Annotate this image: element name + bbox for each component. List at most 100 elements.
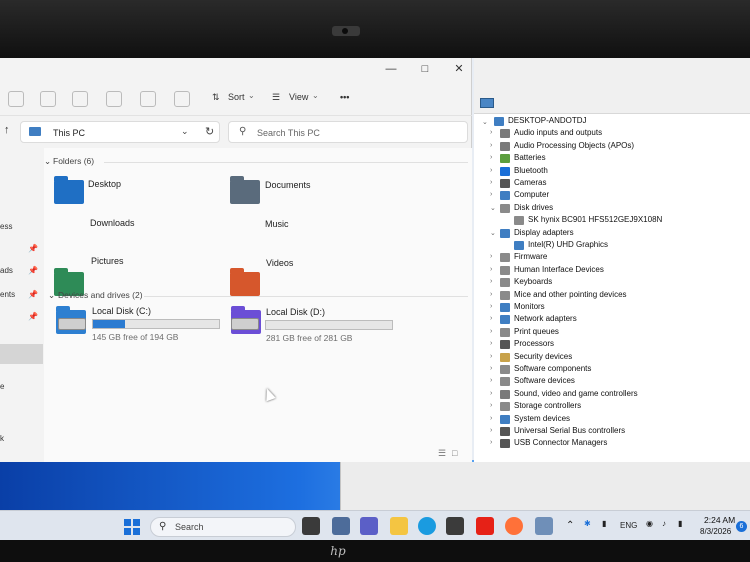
chevron-down-icon[interactable]: ⌄ (490, 229, 496, 237)
details-view-icon[interactable]: ☰ (438, 448, 446, 459)
maximize-button[interactable]: □ (418, 62, 432, 76)
search-field[interactable]: ⚲ Search This PC (228, 121, 468, 143)
chevron-down-icon[interactable]: ⌄ (490, 204, 496, 212)
laptop-bezel-top (0, 0, 750, 58)
task-view-icon[interactable] (302, 517, 320, 535)
chevron-down-icon[interactable]: ⌄ (181, 126, 189, 137)
chevron-right-icon[interactable]: › (490, 154, 492, 161)
command-bar: ⇅ Sort ⌄ ☰ View ⌄ ••• (0, 82, 472, 116)
chevron-right-icon[interactable]: › (490, 303, 492, 310)
teams-icon[interactable] (360, 517, 378, 535)
chevron-right-icon[interactable]: › (490, 390, 492, 397)
nav-item-fragment[interactable]: ents (0, 290, 15, 299)
refresh-icon[interactable]: ↻ (205, 125, 214, 138)
close-button[interactable]: ✕ (452, 62, 466, 76)
windows-logo-icon (133, 528, 140, 535)
chevron-right-icon[interactable]: › (490, 415, 492, 422)
device-category-icon (500, 353, 510, 362)
volume-icon[interactable]: ♪ (662, 519, 666, 528)
chevron-right-icon[interactable]: › (490, 142, 492, 149)
devices-header[interactable]: Devices and drives (2) (58, 290, 143, 300)
chevron-right-icon[interactable]: › (490, 353, 492, 360)
start-button[interactable] (124, 519, 140, 535)
nav-item-fragment[interactable]: ess (0, 222, 12, 231)
chevron-right-icon[interactable]: › (490, 340, 492, 347)
chevron-right-icon[interactable]: › (490, 365, 492, 372)
share-icon[interactable] (140, 91, 156, 107)
more-options-button[interactable]: ••• (340, 92, 349, 102)
chevron-right-icon[interactable]: › (490, 377, 492, 384)
tree-item-label: Cameras (514, 178, 547, 187)
nav-item-fragment[interactable]: k (0, 434, 4, 443)
chevron-right-icon[interactable]: › (490, 402, 492, 409)
delete-icon[interactable] (174, 91, 190, 107)
nav-item-fragment[interactable]: ads (0, 266, 13, 275)
tiles-view-icon[interactable]: □ (452, 448, 457, 458)
drive-icon (231, 318, 259, 330)
battery-icon[interactable]: ▮ (678, 519, 682, 528)
taskbar-search[interactable]: ⚲ Search (150, 517, 296, 537)
up-arrow-icon[interactable]: ↑ (4, 124, 10, 136)
device-manager-icon[interactable] (535, 517, 553, 535)
chevron-down-icon[interactable]: ⌄ (44, 156, 51, 167)
tree-item-label: USB Connector Managers (514, 438, 608, 447)
device-category-icon (500, 167, 510, 176)
chevron-right-icon[interactable]: › (490, 427, 492, 434)
nav-item-fragment[interactable]: e (0, 382, 4, 391)
view-button[interactable]: View (289, 92, 308, 102)
paste-icon[interactable] (72, 91, 88, 107)
widgets-icon[interactable] (332, 517, 350, 535)
this-pc-icon (29, 127, 41, 136)
language-indicator[interactable]: ENG (620, 521, 637, 530)
file-explorer-icon[interactable] (390, 517, 408, 535)
rename-icon[interactable] (106, 91, 122, 107)
bluetooth-icon[interactable]: ✱ (584, 519, 591, 528)
nav-selected-item[interactable] (0, 344, 43, 364)
notification-badge[interactable]: 6 (736, 521, 747, 532)
chevron-up-icon[interactable]: ⌃ (566, 520, 574, 531)
minimize-button[interactable]: — (384, 62, 398, 76)
clock-date[interactable]: 8/3/2026 (700, 527, 731, 536)
tree-item-label: Storage controllers (514, 401, 582, 410)
chevron-down-icon[interactable]: ⌄ (48, 290, 55, 301)
background-window (340, 462, 750, 510)
wifi-icon[interactable]: ◉ (646, 519, 653, 528)
device-manager-window: ⌄ DESKTOP-ANDOTDJ › Audio inputs and outp… (474, 58, 750, 462)
tree-item-label: Monitors (514, 302, 545, 311)
battery-tray-icon[interactable]: ▮ (602, 519, 606, 528)
chevron-right-icon[interactable]: › (490, 315, 492, 322)
chevron-right-icon[interactable]: › (490, 278, 492, 285)
chevron-down-icon[interactable]: ⌄ (482, 118, 488, 126)
chevron-down-icon: ⌄ (248, 91, 255, 100)
chevron-right-icon[interactable]: › (490, 266, 492, 273)
tree-item-label: Processors (514, 339, 555, 348)
copy-icon[interactable] (40, 91, 56, 107)
tree-item-label: Firmware (514, 252, 548, 261)
device-category-icon (500, 291, 510, 300)
chevron-right-icon[interactable]: › (490, 191, 492, 198)
address-bar[interactable]: This PC ⌄ ↻ (20, 121, 220, 143)
chevron-right-icon[interactable]: › (490, 253, 492, 260)
monitor-icon[interactable] (480, 98, 494, 108)
folders-header[interactable]: Folders (6) (53, 156, 94, 166)
chevron-right-icon[interactable]: › (490, 179, 492, 186)
tree-item-label: Audio inputs and outputs (514, 128, 603, 137)
screen: — □ ✕ ⇅ Sort ⌄ ☰ View ⌄ ••• ↑ This PC ⌄ (0, 58, 750, 540)
cut-icon[interactable] (8, 91, 24, 107)
sort-button[interactable]: Sort (228, 92, 245, 102)
device-category-icon (500, 377, 510, 386)
chevron-right-icon[interactable]: › (490, 167, 492, 174)
chevron-right-icon[interactable]: › (490, 129, 492, 136)
folder-label: Pictures (91, 256, 124, 266)
chevron-right-icon[interactable]: › (490, 328, 492, 335)
device-category-icon (500, 365, 510, 374)
tree-item-label: Intel(R) UHD Graphics (528, 240, 609, 249)
clock-time[interactable]: 2:24 AM (704, 515, 735, 525)
youtube-icon[interactable] (476, 517, 494, 535)
chevron-right-icon[interactable]: › (490, 291, 492, 298)
edge-icon[interactable] (418, 517, 436, 535)
chevron-right-icon[interactable]: › (490, 439, 492, 446)
firefox-icon[interactable] (505, 517, 523, 535)
hp-logo: hp (330, 544, 346, 558)
store-icon[interactable] (446, 517, 464, 535)
